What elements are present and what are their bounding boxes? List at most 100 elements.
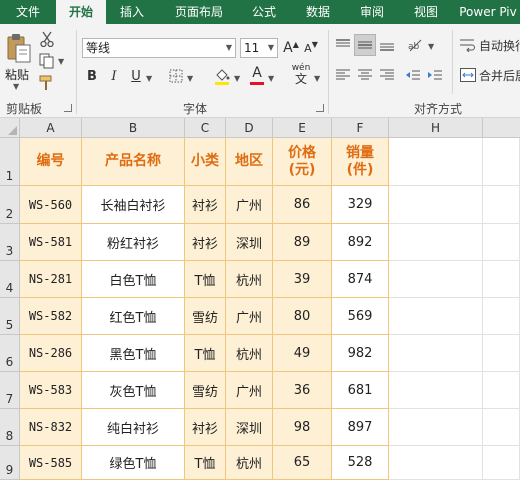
cell-d4[interactable]: 杭州 (226, 261, 273, 298)
empty-cell[interactable] (483, 186, 520, 224)
cut-button[interactable] (38, 30, 56, 48)
cell-e8[interactable]: 98 (273, 409, 332, 446)
grow-font-button[interactable]: A ▲ (283, 38, 299, 58)
cell-a3[interactable]: WS-581 (20, 224, 82, 261)
header-cell-a[interactable]: 编号 (20, 138, 82, 186)
cell-a4[interactable]: NS-281 (20, 261, 82, 298)
column-header-a[interactable]: A (20, 118, 82, 138)
cell-a7[interactable]: WS-583 (20, 372, 82, 409)
header-cell-c[interactable]: 小类 (185, 138, 226, 186)
cell-f3[interactable]: 892 (332, 224, 389, 261)
cell-c4[interactable]: T恤 (185, 261, 226, 298)
empty-cell[interactable] (389, 261, 483, 298)
cell-d8[interactable]: 深圳 (226, 409, 273, 446)
cell-f7[interactable]: 681 (332, 372, 389, 409)
tab-home[interactable]: 开始 (56, 0, 106, 24)
row-header-3[interactable]: 3 (0, 224, 20, 261)
column-header-h[interactable]: H (389, 118, 483, 138)
tab-data[interactable]: 数据 (296, 0, 340, 24)
empty-cell[interactable] (389, 224, 483, 261)
bold-button[interactable]: B (84, 66, 100, 86)
font-color-dropdown-caret[interactable]: ▼ (268, 74, 274, 83)
cell-f6[interactable]: 982 (332, 335, 389, 372)
copy-button[interactable] (38, 52, 56, 70)
row-header-7[interactable]: 7 (0, 372, 20, 409)
tab-formulas[interactable]: 公式 (242, 0, 286, 24)
cell-a5[interactable]: WS-582 (20, 298, 82, 335)
column-header-f[interactable]: F (332, 118, 389, 138)
header-cell-f[interactable]: 销量 (件) (332, 138, 389, 186)
header-cell-e[interactable]: 价格 (元) (273, 138, 332, 186)
row-header-4[interactable]: 4 (0, 261, 20, 298)
select-all-corner[interactable] (0, 118, 20, 138)
align-center-button[interactable] (356, 66, 374, 84)
empty-cell[interactable] (483, 409, 520, 446)
cell-f2[interactable]: 329 (332, 186, 389, 224)
empty-cell[interactable] (483, 224, 520, 261)
cell-f9[interactable]: 528 (332, 446, 389, 480)
borders-button[interactable] (166, 66, 186, 86)
cell-b3[interactable]: 粉红衬衫 (82, 224, 185, 261)
cell-c7[interactable]: 雪纺 (185, 372, 226, 409)
copy-dropdown-caret[interactable]: ▼ (58, 57, 64, 66)
tab-insert[interactable]: 插入 (110, 0, 154, 24)
cell-a9[interactable]: WS-585 (20, 446, 82, 480)
clipboard-launcher-icon[interactable] (64, 104, 72, 112)
cell-d7[interactable]: 广州 (226, 372, 273, 409)
header-cell-b[interactable]: 产品名称 (82, 138, 185, 186)
empty-cell[interactable] (389, 372, 483, 409)
cell-f8[interactable]: 897 (332, 409, 389, 446)
phonetic-button[interactable]: wén 文 (288, 62, 314, 86)
underline-button[interactable]: U (128, 66, 144, 86)
cell-e7[interactable]: 36 (273, 372, 332, 409)
font-color-button[interactable]: A (248, 64, 266, 86)
cell-e2[interactable]: 86 (273, 186, 332, 224)
borders-dropdown-caret[interactable]: ▼ (187, 74, 193, 83)
cell-e3[interactable]: 89 (273, 224, 332, 261)
cell-b6[interactable]: 黑色T恤 (82, 335, 185, 372)
empty-cell[interactable] (483, 372, 520, 409)
cell-e4[interactable]: 39 (273, 261, 332, 298)
cell-d9[interactable]: 杭州 (226, 446, 273, 480)
cell-b4[interactable]: 白色T恤 (82, 261, 185, 298)
decrease-indent-button[interactable] (404, 66, 422, 84)
cell-f5[interactable]: 569 (332, 298, 389, 335)
cell-c8[interactable]: 衬衫 (185, 409, 226, 446)
tab-power-pivot[interactable]: Power Piv (456, 0, 520, 24)
fill-color-button[interactable] (212, 66, 232, 86)
font-size-combo[interactable]: 11 ▼ (240, 38, 278, 58)
row-header-9[interactable]: 9 (0, 446, 20, 480)
cell-d5[interactable]: 广州 (226, 298, 273, 335)
cell-a6[interactable]: NS-286 (20, 335, 82, 372)
row-header-2[interactable]: 2 (0, 186, 20, 224)
cell-e5[interactable]: 80 (273, 298, 332, 335)
empty-cell[interactable] (389, 138, 483, 186)
underline-dropdown-caret[interactable]: ▼ (146, 74, 152, 83)
row-header-6[interactable]: 6 (0, 335, 20, 372)
cell-b5[interactable]: 红色T恤 (82, 298, 185, 335)
cell-e9[interactable]: 65 (273, 446, 332, 480)
cell-d6[interactable]: 杭州 (226, 335, 273, 372)
cell-c5[interactable]: 雪纺 (185, 298, 226, 335)
orientation-dropdown-caret[interactable]: ▼ (428, 42, 434, 51)
tab-file[interactable]: 文件 (8, 0, 48, 24)
font-launcher-icon[interactable] (316, 104, 324, 112)
phonetic-dropdown-caret[interactable]: ▼ (314, 74, 320, 83)
cell-d3[interactable]: 深圳 (226, 224, 273, 261)
column-header-next[interactable] (483, 118, 520, 138)
empty-cell[interactable] (483, 446, 520, 480)
cell-b7[interactable]: 灰色T恤 (82, 372, 185, 409)
tab-page-layout[interactable]: 页面布局 (166, 0, 232, 24)
paste-button[interactable] (4, 32, 34, 64)
empty-cell[interactable] (389, 446, 483, 480)
empty-cell[interactable] (483, 298, 520, 335)
fill-color-dropdown-caret[interactable]: ▼ (234, 74, 240, 83)
column-header-e[interactable]: E (273, 118, 332, 138)
cell-a8[interactable]: NS-832 (20, 409, 82, 446)
empty-cell[interactable] (483, 335, 520, 372)
italic-button[interactable]: I (106, 66, 122, 86)
column-header-c[interactable]: C (185, 118, 226, 138)
tab-review[interactable]: 审阅 (350, 0, 394, 24)
align-top-button[interactable] (334, 36, 352, 54)
merge-center-button[interactable]: 合并后居 (460, 66, 520, 84)
